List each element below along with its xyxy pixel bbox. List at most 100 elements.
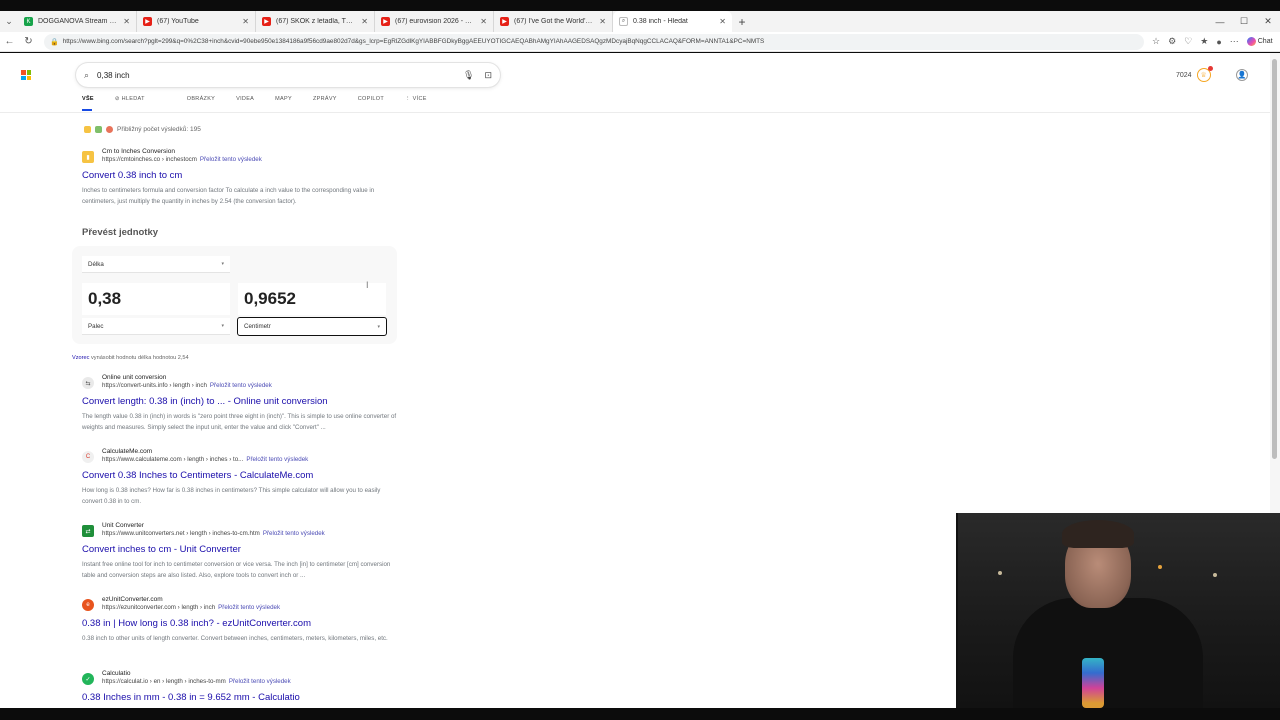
close-window-icon[interactable]: ✕ — [1256, 11, 1280, 32]
translate-link[interactable]: Přeložit tento výsledek — [229, 678, 291, 685]
search-result: ✓ Calculatio https://calculat.io › en › … — [82, 670, 402, 703]
result-snippet: The length value 0.38 in (inch) in words… — [82, 412, 397, 431]
scope-tab-copilot[interactable]: COPILOT — [358, 96, 384, 110]
from-value-input[interactable]: 0,38 — [82, 283, 230, 315]
address-bar-row: ← ↻ 🔒 https://www.bing.com/search?pglt=2… — [0, 32, 1280, 52]
tab-close-icon[interactable]: ✕ — [480, 17, 487, 26]
translate-link[interactable]: Přeložit tento výsledek — [263, 530, 325, 537]
from-unit-select[interactable]: Palec ▾ — [82, 318, 230, 335]
formula-text: vynásobit hodnotu délka hodnotou 2,54 — [90, 355, 189, 361]
rewards-medal-icon: ♕ — [1196, 66, 1213, 82]
translate-link[interactable]: Přeložit tento výsledek — [246, 456, 308, 463]
browser-tab-strip: ⌄ K DOGGANOVA Stream - Watch Live ✕ ▶ (6… — [0, 0, 1280, 32]
result-source-icon — [84, 126, 91, 133]
to-unit-select[interactable]: Centimetr ▾ — [237, 317, 387, 336]
scrollbar-thumb[interactable] — [1272, 59, 1277, 459]
favorite-star-icon[interactable]: ☆ — [1152, 36, 1160, 47]
scope-tab-news[interactable]: ZPRÁVY — [313, 96, 337, 110]
url-text: https://www.bing.com/search?pglt=299&q=0… — [62, 38, 765, 45]
tab-close-icon[interactable]: ✕ — [719, 17, 726, 26]
tab-actions-chevron-icon[interactable]: ⌄ — [0, 11, 18, 32]
tab-title: (67) SKOK z letadla, TETOVÁNÍ če... — [276, 18, 356, 25]
search-input[interactable]: ⌕ 0,38 inch 🎙 ⊡ — [76, 63, 500, 87]
new-tab-plus-icon[interactable]: + — [732, 11, 752, 32]
result-source-icon — [106, 126, 113, 133]
search-result: e ezUnitConverter.com https://ezunitconv… — [82, 596, 402, 644]
result-title-link[interactable]: 0.38 Inches in mm - 0.38 in = 9.652 mm -… — [82, 692, 402, 703]
maximize-icon[interactable]: ☐ — [1232, 11, 1256, 32]
microsoft-logo-icon[interactable] — [21, 70, 31, 80]
more-menu-icon[interactable]: ⋯ — [1230, 36, 1239, 47]
reload-icon[interactable]: ↻ — [19, 36, 38, 47]
result-url-text: https://www.calculateme.com › length › i… — [102, 456, 244, 463]
result-url-text: https://cmtoinches.co › inchestocm — [102, 156, 197, 163]
search-icon: ⌕ — [84, 69, 90, 80]
visual-search-icon[interactable]: ⊡ — [484, 70, 492, 81]
rewards-widget[interactable]: 7024 ♕ — [1176, 66, 1213, 82]
scope-tab-maps[interactable]: MAPY — [275, 96, 292, 110]
result-site-name: Online unit conversion — [102, 374, 167, 381]
chevron-down-icon: ▾ — [221, 323, 224, 329]
lock-icon: 🔒 — [50, 38, 59, 46]
result-site-name: Unit Converter — [102, 522, 144, 529]
result-title-link[interactable]: Convert 0.38 Inches to Centimeters - Cal… — [82, 470, 402, 481]
toolbar-icons: ☆ ⚙ ♡ ★ ● ⋯ Chat — [1152, 36, 1273, 47]
copilot-icon — [1246, 37, 1256, 46]
tab-title: DOGGANOVA Stream - Watch Live — [38, 18, 118, 25]
scope-tab-all[interactable]: VŠE — [82, 96, 94, 111]
account-avatar-icon[interactable]: 👤 — [1236, 69, 1248, 81]
result-url-text: https://ezunitconverter.com › length › i… — [102, 604, 216, 611]
translate-link[interactable]: Přeložit tento výsledek — [210, 382, 272, 389]
result-source: ⇆ Online unit conversion https://convert… — [82, 374, 402, 391]
extensions-icon[interactable]: ⚙ — [1168, 36, 1176, 47]
tab-close-icon[interactable]: ✕ — [361, 17, 368, 26]
tab-close-icon[interactable]: ✕ — [599, 17, 606, 26]
background-light — [998, 571, 1002, 575]
result-source: e ezUnitConverter.com https://ezunitconv… — [82, 596, 402, 613]
youtube-icon: ▶ — [143, 17, 152, 26]
scope-tab-images[interactable]: OBRÁZKY — [187, 96, 215, 110]
back-arrow-icon[interactable]: ← — [0, 36, 19, 47]
scope-tab-videos[interactable]: VIDEA — [236, 96, 254, 110]
browser-tab[interactable]: ▶ (67) eurovision 2026 - YouTube ✕ — [375, 11, 494, 32]
browser-tab-active[interactable]: ⌕ 0.38 inch - Hledat ✕ — [613, 11, 732, 32]
result-title-link[interactable]: Convert 0.38 inch to cm — [82, 170, 402, 181]
scope-tab-search[interactable]: ⊘ HLEDAT — [115, 96, 166, 110]
scope-tab-more[interactable]: ⋮ VÍCE — [405, 96, 448, 110]
browser-tab[interactable]: K DOGGANOVA Stream - Watch Live ✕ — [18, 11, 137, 32]
result-title-link[interactable]: Convert length: 0.38 in (inch) to ... - … — [82, 396, 402, 407]
microphone-icon[interactable]: 🎙 — [463, 70, 474, 81]
minimize-icon[interactable]: — — [1208, 11, 1232, 32]
result-count-row: Přibližný počet výsledků: 195 — [84, 126, 201, 133]
category-select[interactable]: Délka ▾ — [82, 256, 230, 273]
favorites-icon[interactable]: ★ — [1200, 36, 1208, 47]
tab-close-icon[interactable]: ✕ — [123, 17, 130, 26]
streamer-hair — [1062, 520, 1134, 548]
to-value-input[interactable]: 0,9652 — [238, 283, 386, 315]
scope-label: VÍCE — [412, 96, 427, 102]
translate-link[interactable]: Přeložit tento výsledek — [200, 156, 262, 163]
copilot-button[interactable]: Chat — [1246, 37, 1273, 46]
result-url-text: https://www.unitconverters.net › length … — [102, 530, 260, 537]
result-site-name: Calculatio — [102, 670, 131, 677]
result-title-link[interactable]: 0.38 in | How long is 0.38 inch? - ezUni… — [82, 618, 402, 629]
site-favicon-icon: ⇄ — [82, 525, 94, 537]
translate-link[interactable]: Přeložit tento výsledek — [218, 604, 280, 611]
from-unit-value: Palec — [88, 322, 104, 330]
screen-bottom-edge — [0, 708, 1280, 720]
result-url: https://convert-units.info › length › in… — [102, 382, 272, 391]
browser-tab[interactable]: ▶ (67) SKOK z letadla, TETOVÁNÍ če... ✕ — [256, 11, 375, 32]
profile-icon[interactable]: ● — [1216, 37, 1221, 47]
result-snippet: Instant free online tool for inch to cen… — [82, 560, 391, 579]
search-icon: ⌕ — [619, 17, 628, 26]
result-source: ✓ Calculatio https://calculat.io › en › … — [82, 670, 402, 687]
result-source: ⇄ Unit Converter https://www.unitconvert… — [82, 522, 402, 539]
result-url: https://ezunitconverter.com › length › i… — [102, 604, 280, 613]
browser-tab[interactable]: ▶ (67) YouTube ✕ — [137, 11, 256, 32]
result-title-link[interactable]: Convert inches to cm - Unit Converter — [82, 544, 402, 555]
tab-close-icon[interactable]: ✕ — [242, 17, 249, 26]
result-snippet: 0.38 inch to other units of length conve… — [82, 634, 388, 642]
collections-icon[interactable]: ♡ — [1184, 36, 1192, 47]
url-field[interactable]: 🔒 https://www.bing.com/search?pglt=299&q… — [44, 33, 1144, 50]
browser-tab[interactable]: ▶ (67) I've Got the World's Smallest... … — [494, 11, 613, 32]
